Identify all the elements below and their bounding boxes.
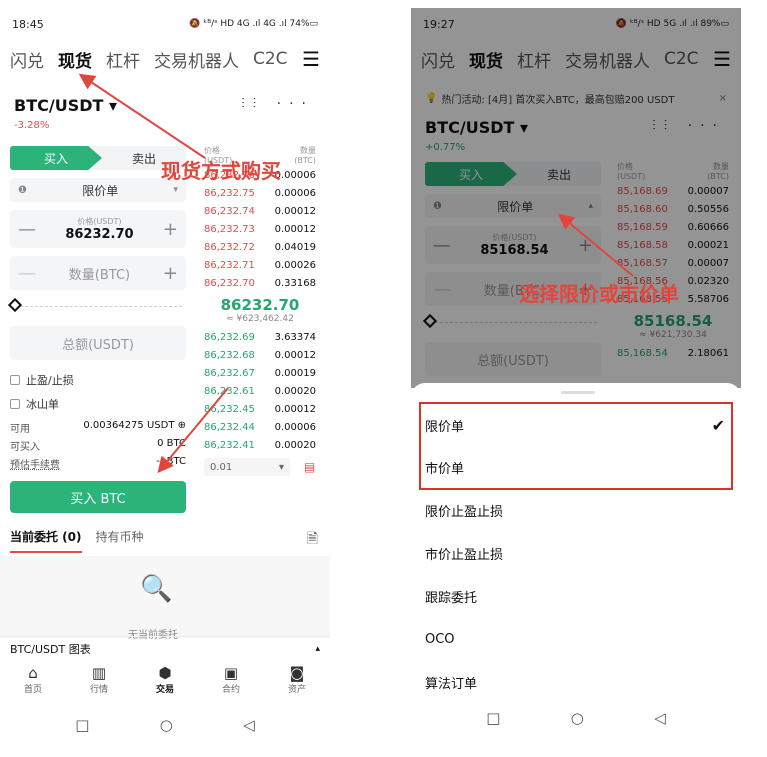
option-limit-tpsl[interactable]: 限价止盈止损 <box>425 490 725 530</box>
left-screen: 18:45 🔕 ᵏᴮ/ˢ HD 4G .ıl 4G .ıl 74%▭ 闪兑 现货… <box>0 8 330 742</box>
recents-icon[interactable]: □ <box>486 709 500 727</box>
back-icon[interactable]: ◁ <box>654 709 666 727</box>
option-label: 算法订单 <box>425 676 478 692</box>
arrow-to-order-type <box>557 213 634 277</box>
order-type-sheet: 限价单 ✔ 市价单 限价止盈止损 市价止盈止损 跟踪委托 OCO 算法订单 □ … <box>411 383 741 742</box>
annotation-spot-buy: 现货方式购买 <box>161 159 281 183</box>
option-oco[interactable]: OCO <box>425 619 725 659</box>
arrow-to-buy-button <box>157 387 229 474</box>
option-market-tpsl[interactable]: 市价止盈止损 <box>425 533 725 573</box>
annotation-arrows <box>78 73 229 474</box>
option-algo-order[interactable]: 算法订单 <box>425 662 725 702</box>
option-trailing-order[interactable]: 跟踪委托 <box>425 576 725 616</box>
annotation-highlight-box <box>419 402 733 490</box>
option-label: OCO <box>425 631 455 647</box>
arrow-to-spot-tab <box>78 73 206 159</box>
right-screen: 19:27 🔕 ᵏᴮ/ˢ HD 5G .ıl .ıl 89%▭ 闪兑 现货 杠杆… <box>411 8 741 742</box>
home-circle-icon[interactable]: ○ <box>571 709 584 727</box>
sheet-handle[interactable] <box>561 391 595 394</box>
annotation-choose-type: 选择限价或市价单 <box>519 282 679 306</box>
option-label: 限价止盈止损 <box>425 504 504 520</box>
option-label: 跟踪委托 <box>425 590 478 606</box>
system-nav: □ ○ ◁ <box>411 703 741 733</box>
annotation-arrows <box>557 213 634 277</box>
option-label: 市价止盈止损 <box>425 547 504 563</box>
